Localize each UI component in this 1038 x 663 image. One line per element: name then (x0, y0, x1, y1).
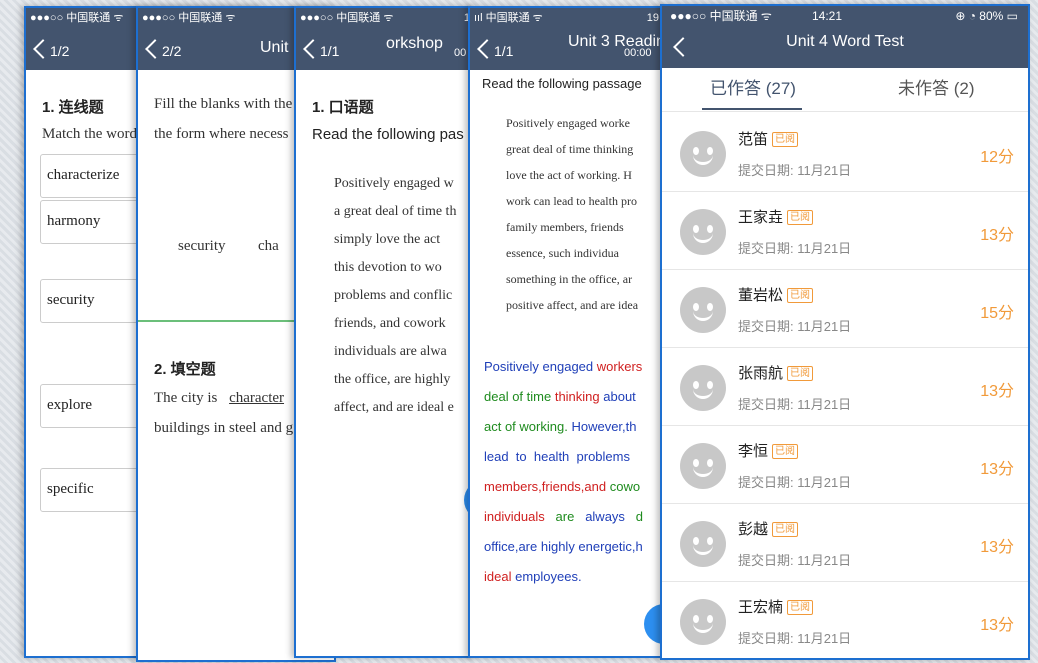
submit-date: 提交日期: 11月21日 (738, 241, 852, 256)
score: 13分 (980, 617, 1014, 634)
colored-passage: Positively engaged workers deal of time … (484, 359, 644, 584)
score: 13分 (980, 461, 1014, 478)
reviewed-badge: 已阅 (787, 288, 814, 303)
avatar-icon (680, 209, 726, 255)
reviewed-badge: 已阅 (772, 132, 799, 147)
score: 15分 (980, 305, 1014, 322)
nav-title: Unit (260, 39, 289, 56)
screen-oral-question: ●●●○○ 中国联通 ᯤ 1 1/1 orkshop 00 1. 口语题 Rea… (294, 6, 476, 658)
status-bar: ●●●○○ 中国联通 ᯤ 14:21 ⊕ ◔ 80% ▭ (662, 6, 1028, 26)
tab-unanswered[interactable]: 未作答 (2) (898, 68, 975, 110)
submit-date: 提交日期: 11月21日 (738, 319, 852, 334)
word-chip[interactable]: security (178, 238, 225, 255)
nav-title: Unit 4 Word Test (786, 33, 904, 50)
student-name: 彭越 (738, 521, 769, 538)
blank-answer[interactable]: character (229, 390, 284, 406)
student-row[interactable]: 张雨航 已阅 提交日期: 11月21日 13分 (662, 348, 1028, 426)
page-indicator: 2/2 (162, 43, 182, 59)
avatar-icon (680, 599, 726, 645)
tab-indicator (702, 108, 802, 110)
student-row[interactable]: 彭越 已阅 提交日期: 11月21日 13分 (662, 504, 1028, 582)
submit-date: 提交日期: 11月21日 (738, 631, 852, 646)
submit-date: 提交日期: 11月21日 (738, 163, 852, 178)
score: 12分 (980, 149, 1014, 166)
submit-date: 提交日期: 11月21日 (738, 475, 852, 490)
score: 13分 (980, 383, 1014, 400)
nav-bar: ●●●○○ 中国联通 ᯤ 1 1/1 orkshop 00 (296, 8, 474, 70)
status-left: ııl 中国联通 ᯤ (474, 12, 543, 24)
status-left: ●●●○○ 中国联通 ᯤ (670, 9, 772, 23)
student-row[interactable]: 范笛 已阅 提交日期: 11月21日 12分 (662, 114, 1028, 192)
results-content: 已作答 (27) 未作答 (2) 范笛 已阅 提交日期: 11月21日 12分 王… (662, 68, 1028, 658)
screen-word-test-results: ●●●○○ 中国联通 ᯤ 14:21 ⊕ ◔ 80% ▭ Unit 4 Word… (660, 4, 1030, 660)
instruction-text: Read the following passage (482, 76, 642, 91)
sentence-continuation: buildings in steel and g (154, 420, 294, 436)
timer: 00:00 (624, 47, 652, 59)
score: 13分 (980, 539, 1014, 556)
reviewed-badge: 已阅 (787, 366, 814, 381)
reviewed-badge: 已阅 (772, 444, 799, 459)
student-name: 王宏楠 (738, 599, 784, 616)
avatar-icon (680, 365, 726, 411)
section-title: 1. 连线题 (42, 99, 104, 116)
status-right: ⊕ ◔ 80% ▭ (955, 9, 1018, 23)
section-title: 1. 口语题 (312, 99, 374, 116)
avatar-icon (680, 287, 726, 333)
page-indicator: 1/2 (50, 43, 70, 59)
nav-bar: ●●●○○ 中国联通 ᯤ 14:21 ⊕ ◔ 80% ▭ Unit 4 Word… (662, 6, 1028, 68)
student-name: 李恒 (738, 443, 769, 460)
instruction-text: Fill the blanks with the (154, 96, 293, 112)
score: 13分 (980, 227, 1014, 244)
page-indicator: 1/1 (494, 43, 514, 59)
student-row[interactable]: 董岩松 已阅 提交日期: 11月21日 15分 (662, 270, 1028, 348)
status-left: ●●●○○ 中国联通 ᯤ (300, 12, 394, 24)
instruction-text: Match the word (42, 126, 137, 142)
reviewed-badge: 已阅 (787, 600, 814, 615)
reviewed-badge: 已阅 (772, 522, 799, 537)
avatar-icon (680, 131, 726, 177)
student-name: 董岩松 (738, 287, 784, 304)
student-name: 王家垚 (738, 209, 784, 226)
tab-bar: 已作答 (27) 未作答 (2) (662, 68, 1028, 112)
passage: Positively engaged w a great deal of tim… (334, 176, 457, 415)
avatar-icon (680, 521, 726, 567)
student-name: 范笛 (738, 131, 769, 148)
student-row[interactable]: 王家垚 已阅 提交日期: 11月21日 13分 (662, 192, 1028, 270)
student-row[interactable]: 王宏楠 已阅 提交日期: 11月21日 13分 (662, 582, 1028, 658)
submit-date: 提交日期: 11月21日 (738, 553, 852, 568)
reviewed-badge: 已阅 (787, 210, 814, 225)
submit-date: 提交日期: 11月21日 (738, 397, 852, 412)
section-title: 2. 填空题 (154, 361, 216, 378)
sentence: The city is character (154, 390, 284, 407)
word-chip[interactable]: cha (258, 238, 279, 255)
status-bar: ●●●○○ 中国联通 ᯤ 1 (296, 8, 474, 28)
student-row[interactable]: 李恒 已阅 提交日期: 11月21日 13分 (662, 426, 1028, 504)
nav-bar: ııl 中国联通 ᯤ 19: 1/1 Unit 3 Readin 00:00 (470, 8, 666, 70)
question-content: 1. 口语题 Read the following pas Positively… (296, 70, 474, 656)
sentence-prefix: The city is (154, 390, 218, 406)
nav-title: orkshop (386, 35, 443, 52)
question-content: Read the following passage Positively en… (470, 70, 666, 656)
avatar-icon (680, 443, 726, 489)
instruction-text: the form where necess (154, 126, 289, 142)
timer: 00 (454, 47, 467, 59)
status-time: 14:21 (812, 9, 843, 23)
student-name: 张雨航 (738, 365, 784, 382)
passage: Positively engaged worke great deal of t… (506, 116, 639, 312)
page-indicator: 1/1 (320, 43, 340, 59)
tab-answered[interactable]: 已作答 (27) (710, 68, 796, 110)
instruction-text: Read the following pas (312, 126, 464, 143)
screen-reading: ııl 中国联通 ᯤ 19: 1/1 Unit 3 Readin 00:00 R… (468, 6, 668, 658)
